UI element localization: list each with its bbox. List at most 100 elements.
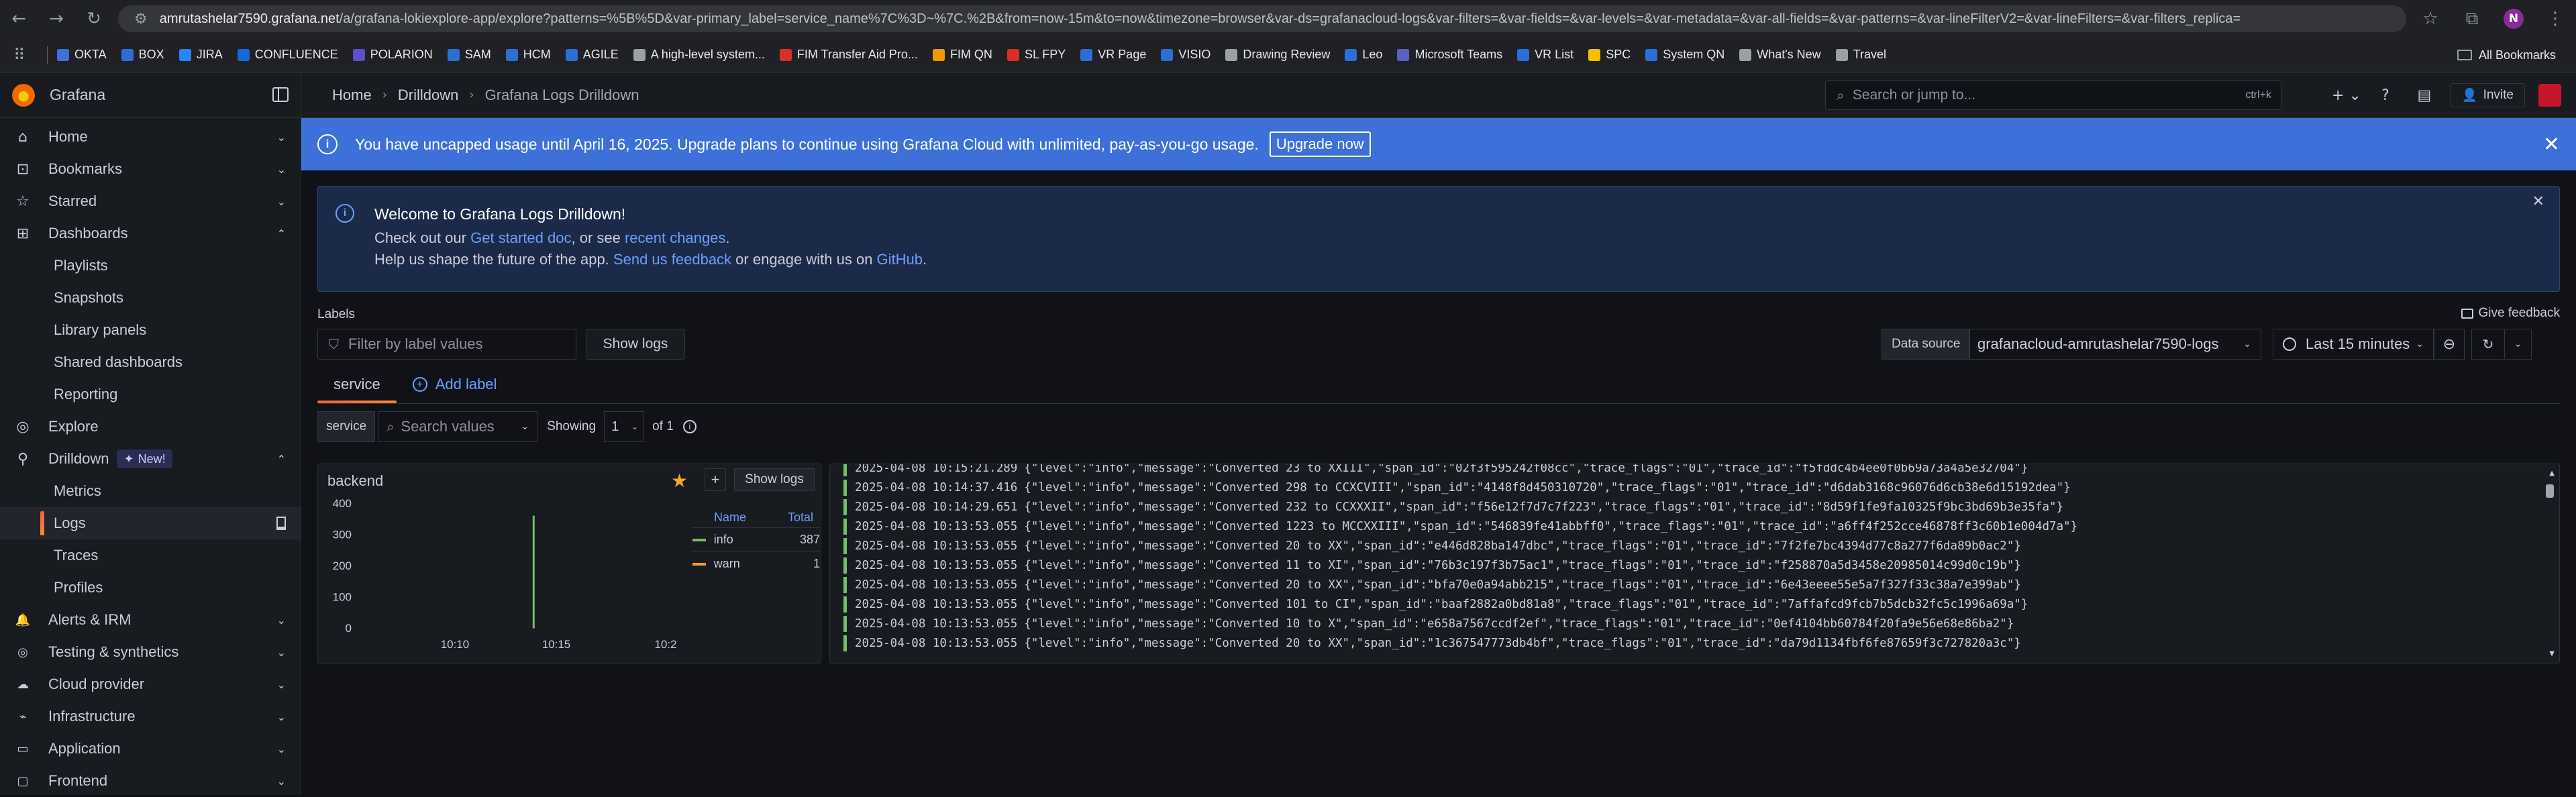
address-bar[interactable]: ⚙ amrutashelar7590.grafana.net/a/grafana… [118,5,2406,32]
log-row[interactable]: 2025-04-08 10:13:53.055 {"level":"info","… [843,615,2014,633]
sidebar-item-bookmarks[interactable]: ⊡ Bookmarks ⌄ [0,153,301,185]
breadcrumb-drilldown[interactable]: Drilldown [398,87,458,104]
bookmark-spc[interactable]: SPC [1588,48,1631,62]
log-row[interactable]: 2025-04-08 10:14:37.416 {"level":"info","… [843,478,2071,497]
chevron-up-icon[interactable]: ⌃ [277,453,286,466]
bookmark-sl-fpy[interactable]: SL FPY [1007,48,1066,62]
sidebar-item-testing-synthetics[interactable]: ◎ Testing & synthetics ⌄ [0,636,301,668]
bookmark-a-high-level-system[interactable]: A high-level system... [633,48,765,62]
dock-menu-icon[interactable] [272,87,289,102]
sidebar-item-cloud-provider[interactable]: ☁ Cloud provider ⌄ [0,668,301,700]
sidebar-item-drilldown[interactable]: ⚲ Drilldown ✦ New! ⌃ [0,443,301,475]
log-row[interactable]: 2025-04-08 10:13:53.055 {"level":"info","… [843,576,2021,594]
sidebar-item-explore[interactable]: ◎ Explore [0,411,301,443]
chevron-down-icon[interactable]: ⌄ [277,163,286,176]
url-text[interactable]: amrutashelar7590.grafana.net/a/grafana-l… [160,11,2406,27]
site-info-icon[interactable]: ⚙ [134,11,148,28]
chevron-down-icon[interactable]: ⌄ [277,775,286,788]
bookmark-hcm[interactable]: HCM [505,48,551,62]
bookmark-travel[interactable]: Travel [1835,48,1886,62]
label-filter-input[interactable]: ⛉ Filter by label values [317,329,576,360]
zoom-out-icon[interactable]: ⊖ [2434,329,2465,360]
favorite-star-icon[interactable]: ★ [671,470,688,492]
reload-icon[interactable]: ↻ [75,0,113,38]
info-icon[interactable]: i [682,420,697,433]
sidebar-item-metrics[interactable]: Metrics [0,475,301,507]
bookmark-sam[interactable]: SAM [447,48,491,62]
chevron-down-icon[interactable]: ⌄ [277,646,286,659]
bookmark-fim-qn[interactable]: FIM QN [932,48,992,62]
sidebar-item-application[interactable]: ▭ Application ⌄ [0,733,301,765]
search-values-input[interactable]: ⌕ Search values ⌄ [378,411,538,442]
bookmark-polarion[interactable]: POLARION [352,48,433,62]
sidebar-item-library-panels[interactable]: Library panels [0,314,301,346]
chevron-down-icon[interactable]: ⌄ [2505,339,2531,350]
log-row[interactable]: 2025-04-08 10:13:53.055 {"level":"info","… [843,537,2021,555]
legend-item-info[interactable]: info 387 [692,527,820,551]
sidebar-item-home[interactable]: ⌂ Home ⌄ [0,121,301,153]
bookmark-drawing-review[interactable]: Drawing Review [1225,48,1330,62]
sidebar-item-starred[interactable]: ☆ Starred ⌄ [0,185,301,217]
tab-service[interactable]: service [317,366,397,403]
bookmark-leo[interactable]: Leo [1345,48,1382,62]
forward-icon[interactable]: → [38,0,75,38]
search-input[interactable]: ⌕ Search or jump to... ctrl+k [1825,81,2281,110]
breadcrumb-home[interactable]: Home [332,87,372,104]
scrollbar-thumb[interactable] [2546,484,2554,498]
chevron-up-icon[interactable]: ⌃ [277,227,286,240]
sidebar-item-traces[interactable]: Traces [0,539,301,572]
get-started-link[interactable]: Get started doc [470,229,571,246]
datasource-select[interactable]: grafanacloud-amrutashelar7590-logs ⌄ [1969,329,2261,360]
legend-item-warn[interactable]: warn 1 [692,551,820,576]
new-plus-icon[interactable]: + ⌄ [2327,87,2366,104]
sidebar-item-profiles[interactable]: Profiles [0,572,301,604]
sidebar-item-reporting[interactable]: Reporting [0,378,301,411]
sidebar-item-shared-dashboards[interactable]: Shared dashboards [0,346,301,378]
panel-show-logs-button[interactable]: Show logs [734,468,815,491]
chevron-down-icon[interactable]: ⌄ [277,678,286,691]
bookmark-box[interactable]: BOX [121,48,164,62]
back-icon[interactable]: ← [0,0,38,38]
show-logs-button[interactable]: Show logs [586,329,685,360]
log-row[interactable]: 2025-04-08 10:15:21.289 {"level":"info","… [843,464,2028,478]
extensions-icon[interactable]: ⧉ [2451,9,2493,30]
bookmark-star-icon[interactable]: ☆ [2410,9,2451,29]
sidebar-item-alerts-irm[interactable]: 🔔 Alerts & IRM ⌄ [0,604,301,636]
bookmark-system-qn[interactable]: System QN [1645,48,1724,62]
close-icon[interactable]: ✕ [2543,133,2560,156]
sidebar-item-frontend[interactable]: ▢ Frontend ⌄ [0,765,301,797]
apps-grid-icon[interactable]: ⠿ [13,46,47,64]
bookmark-fim-transfer-aid-pro[interactable]: FIM Transfer Aid Pro... [779,48,918,62]
user-avatar[interactable] [2538,84,2561,107]
sidebar-item-dashboards[interactable]: ⊞ Dashboards ⌃ [0,217,301,250]
legend-total-header[interactable]: Total [773,511,813,525]
close-icon[interactable]: ✕ [2532,193,2544,210]
bookmark-what-s-new[interactable]: What's New [1739,48,1821,62]
bookmark-okta[interactable]: OKTA [57,48,107,62]
bookmark-vr-page[interactable]: VR Page [1080,48,1146,62]
bookmark-agile[interactable]: AGILE [565,48,619,62]
chevron-down-icon[interactable]: ⌄ [277,743,286,755]
all-bookmarks[interactable]: All Bookmarks [2457,38,2556,72]
scroll-up-icon[interactable]: ▲ [2549,470,2555,477]
legend-name-header[interactable]: Name [692,511,773,525]
sidebar-item-snapshots[interactable]: Snapshots [0,282,301,314]
sidebar-item-logs[interactable]: Logs [0,507,301,539]
bookmark-jira[interactable]: JIRA [178,48,223,62]
upgrade-now-button[interactable]: Upgrade now [1269,131,1371,157]
log-row[interactable]: 2025-04-08 10:14:29.651 {"level":"info","… [843,498,2063,517]
send-feedback-link[interactable]: Send us feedback [613,251,731,268]
add-label-tab[interactable]: + Add label [397,366,513,403]
chevron-down-icon[interactable]: ⌄ [277,614,286,627]
bookmark-confluence[interactable]: CONFLUENCE [237,48,338,62]
refresh-picker[interactable]: ↻ ⌄ [2471,329,2532,360]
chevron-down-icon[interactable]: ⌄ [277,131,286,144]
add-to-filters-button[interactable]: + [705,468,726,491]
invite-button[interactable]: 👤 Invite [2450,83,2525,107]
bookmark-pin-icon[interactable] [276,517,286,530]
log-row[interactable]: 2025-04-08 10:13:53.055 {"level":"info","… [843,556,2021,575]
log-row[interactable]: 2025-04-08 10:13:53.055 {"level":"info","… [843,517,2077,536]
help-icon[interactable]: ? [2366,87,2405,104]
browser-menu-icon[interactable]: ⋮ [2534,9,2576,29]
time-range-picker[interactable]: Last 15 minutes ⌄ [2273,329,2434,360]
